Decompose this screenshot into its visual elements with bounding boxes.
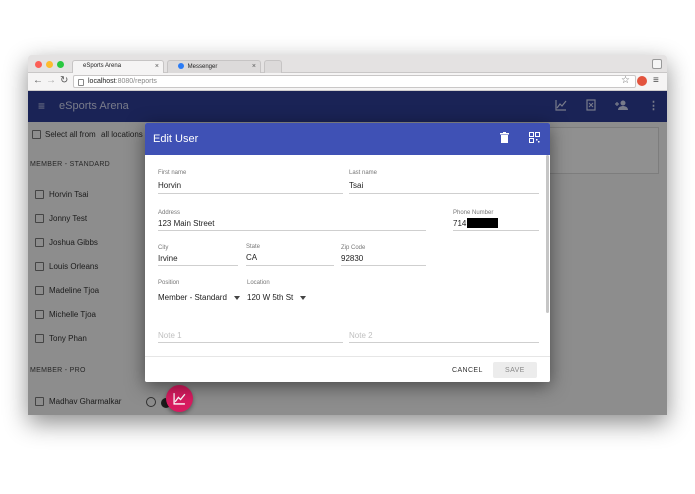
chart-icon	[173, 393, 186, 405]
city-field[interactable]: Irvine	[158, 254, 178, 263]
extension-icon[interactable]	[637, 76, 647, 86]
zip-field[interactable]: 92830	[341, 254, 363, 263]
back-icon[interactable]: ←	[33, 75, 43, 86]
position-select[interactable]: Member - Standard	[158, 293, 227, 302]
note-1-field[interactable]: Note 1	[158, 331, 182, 340]
state-label: State	[246, 244, 261, 250]
cancel-button[interactable]: CANCEL	[452, 367, 483, 374]
first-name-underline	[158, 193, 343, 194]
location-label: Location	[247, 280, 270, 286]
url-host: localhost	[88, 78, 116, 85]
tab-close-icon[interactable]: ×	[155, 63, 159, 70]
dialog-footer: CANCEL SAVE	[145, 356, 550, 382]
minimize-window-button[interactable]	[46, 61, 53, 68]
dialog-title: Edit User	[153, 133, 199, 145]
state-field[interactable]: CA	[246, 253, 257, 262]
location-select[interactable]: 120 W 5th St	[247, 293, 293, 302]
delete-icon[interactable]	[500, 132, 509, 146]
tab-strip: eSports Arena × Messenger ×	[28, 55, 667, 73]
browser-menu-icon[interactable]: ≡	[653, 75, 659, 86]
url-port: :8080	[115, 78, 134, 85]
profile-icon[interactable]	[652, 59, 662, 69]
new-tab-button[interactable]	[264, 60, 282, 73]
redaction-box	[467, 218, 498, 228]
messenger-icon	[178, 63, 184, 69]
phone-underline	[453, 230, 539, 231]
tab-label: eSports Arena	[83, 63, 122, 69]
city-underline	[158, 265, 238, 266]
address-underline	[158, 230, 426, 231]
last-name-label: Last name	[349, 170, 378, 176]
note-2-field[interactable]: Note 2	[349, 331, 373, 340]
tab-label: Messenger	[187, 64, 218, 70]
close-window-button[interactable]	[35, 61, 42, 68]
note-1-underline	[158, 342, 343, 343]
dialog-header: Edit User	[145, 123, 550, 155]
tab-esports-arena[interactable]: eSports Arena ×	[72, 60, 164, 73]
fab-chart-button[interactable]	[166, 385, 193, 412]
phone-label: Phone Number	[453, 210, 494, 216]
first-name-field[interactable]: Horvin	[158, 181, 181, 190]
first-name-label: First name	[158, 170, 187, 176]
save-button[interactable]: SAVE	[493, 362, 537, 378]
note-2-underline	[349, 342, 539, 343]
zip-label: Zip Code	[341, 245, 366, 251]
dialog-scrollbar[interactable]	[546, 155, 549, 313]
qr-code-icon[interactable]	[529, 132, 540, 146]
forward-icon[interactable]: →	[46, 75, 56, 86]
city-label: City	[158, 245, 169, 251]
address-bar[interactable]: localhost:8080/reports	[73, 75, 636, 88]
reload-icon[interactable]: ↻	[60, 75, 68, 86]
chevron-down-icon[interactable]	[234, 296, 240, 300]
address-field[interactable]: 123 Main Street	[158, 219, 214, 228]
browser-toolbar: ← → ↻ localhost:8080/reports ☆ ≡	[28, 73, 667, 91]
maximize-window-button[interactable]	[57, 61, 64, 68]
tab-close-icon[interactable]: ×	[252, 63, 256, 70]
last-name-field[interactable]: Tsai	[349, 181, 363, 190]
phone-field[interactable]: 714	[453, 219, 466, 228]
position-label: Position	[158, 280, 180, 286]
state-underline	[246, 265, 334, 266]
address-label: Address	[158, 210, 181, 216]
last-name-underline	[349, 193, 539, 194]
tab-messenger[interactable]: Messenger ×	[167, 60, 261, 73]
bookmark-star-icon[interactable]: ☆	[621, 75, 630, 86]
page-icon	[78, 79, 84, 86]
zip-underline	[341, 265, 426, 266]
url-path: /reports	[133, 78, 157, 85]
edit-user-dialog: Edit User First name Horvin Last name Ts…	[145, 123, 550, 382]
save-button-label: SAVE	[505, 367, 525, 374]
chevron-down-icon[interactable]	[300, 296, 306, 300]
